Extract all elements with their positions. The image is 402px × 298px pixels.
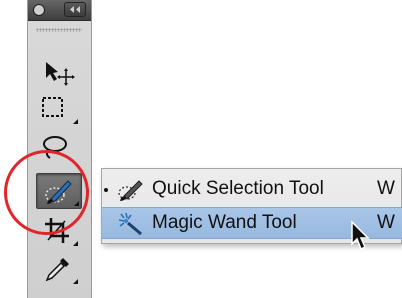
quick-selection-tool[interactable] <box>36 173 82 209</box>
close-icon[interactable] <box>33 4 45 16</box>
lasso-icon <box>43 136 67 159</box>
submenu-indicator-icon <box>73 119 78 124</box>
mouse-cursor-icon <box>351 220 370 251</box>
eyedropper-tool[interactable] <box>36 252 80 286</box>
double-chevron-left-icon <box>70 6 80 13</box>
tools-panel <box>27 0 92 298</box>
panel-titlebar[interactable] <box>28 0 91 21</box>
rectangular-marquee-tool[interactable] <box>36 92 80 126</box>
magic-wand-icon <box>118 212 142 236</box>
move-icon <box>46 62 75 86</box>
selected-indicator-icon <box>104 188 108 192</box>
panel-grip[interactable] <box>36 28 82 32</box>
crop-tool[interactable] <box>36 214 80 248</box>
submenu-indicator-icon <box>74 201 79 206</box>
move-tool[interactable] <box>36 55 80 89</box>
submenu-indicator-icon <box>73 241 78 246</box>
menu-item-shortcut: W <box>377 178 395 199</box>
menu-item-quick-selection-tool[interactable]: Quick Selection Tool W <box>102 174 402 204</box>
quick-selection-icon <box>118 180 143 201</box>
menu-item-shortcut: W <box>377 212 395 233</box>
menu-item-label: Magic Wand Tool <box>152 212 297 233</box>
collapse-button[interactable] <box>64 2 86 17</box>
lasso-tool[interactable] <box>36 132 80 166</box>
submenu-indicator-icon <box>73 279 78 284</box>
menu-item-label: Quick Selection Tool <box>152 178 324 199</box>
